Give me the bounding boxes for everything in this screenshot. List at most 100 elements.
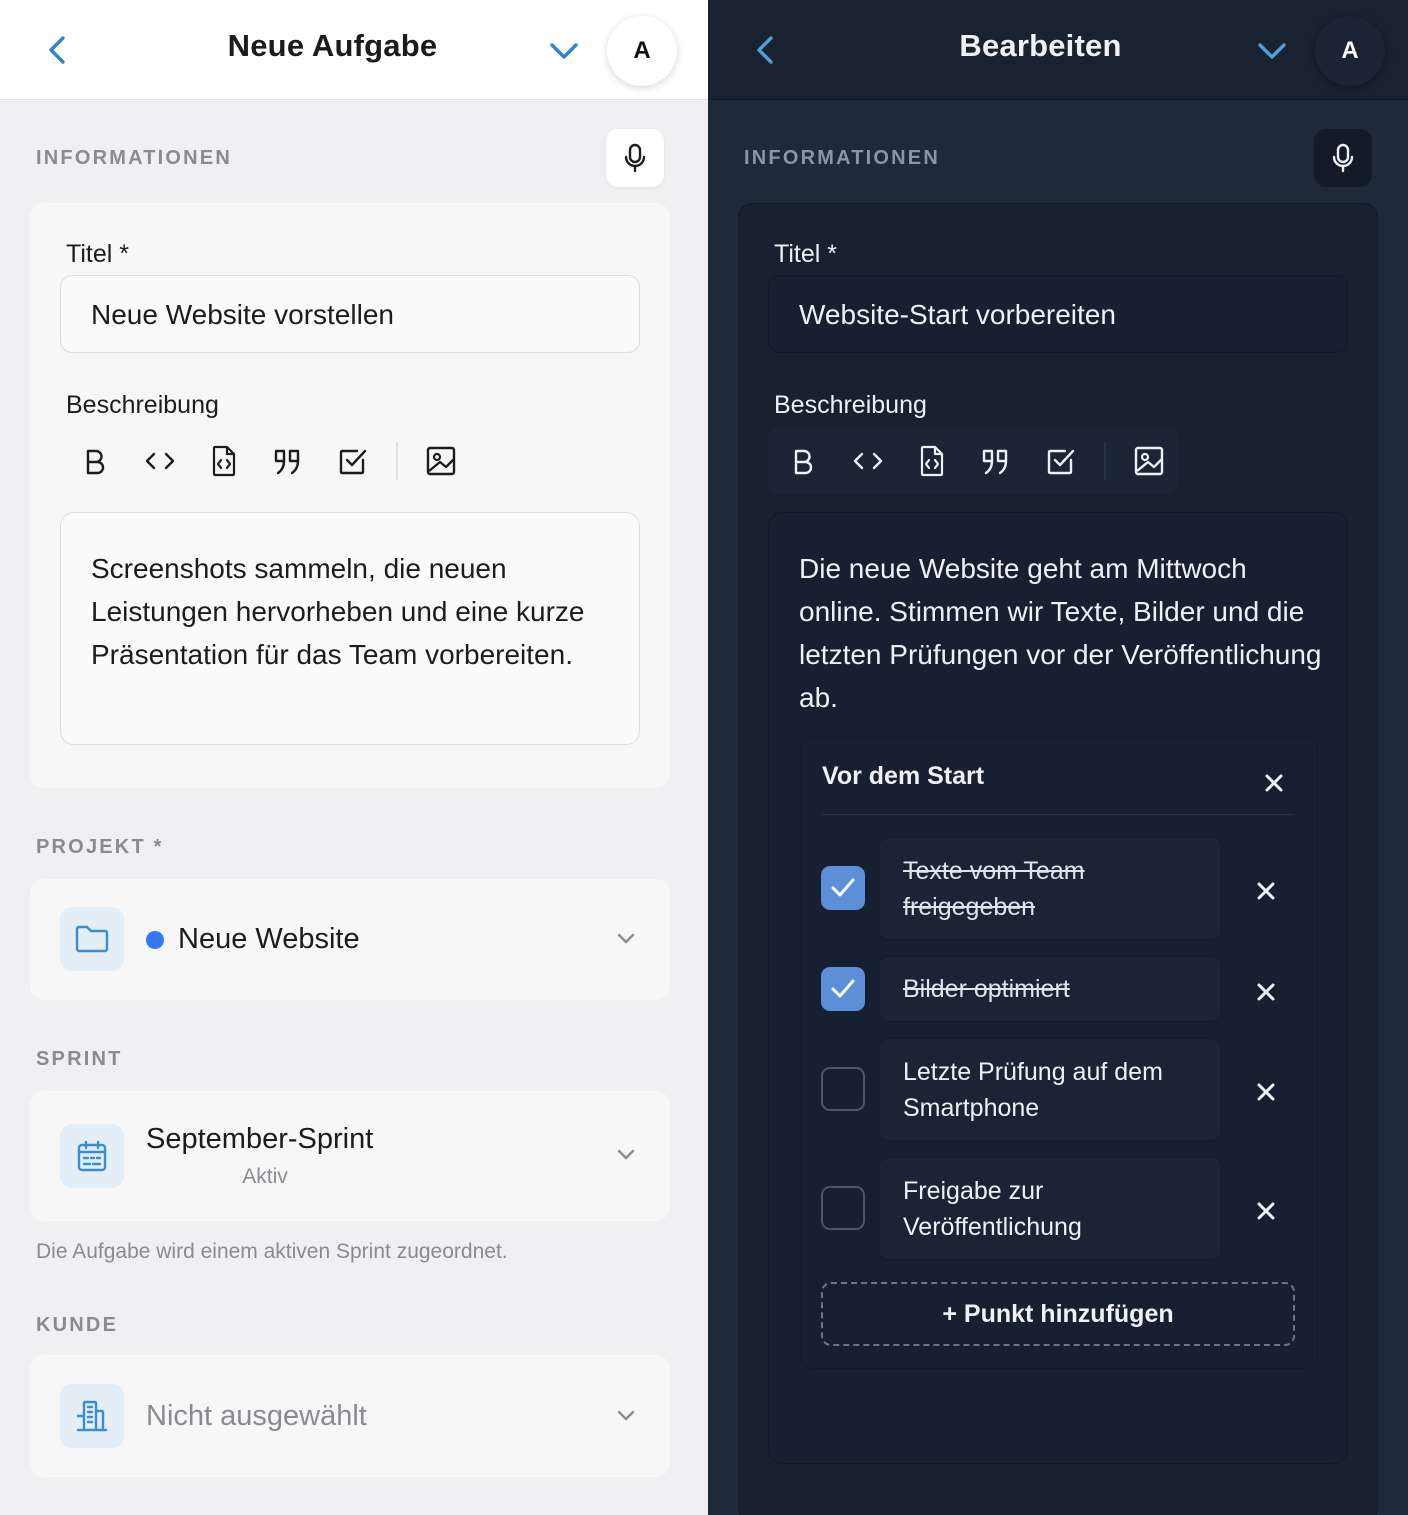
page-title: Neue Aufgabe: [227, 28, 438, 63]
description-input[interactable]: Screenshots sammeln, die neuen Leistunge…: [60, 512, 640, 745]
remove-item-button-3[interactable]: [1254, 1080, 1278, 1104]
code-file-icon: [920, 445, 944, 477]
remove-checklist-button[interactable]: [1262, 771, 1286, 795]
project-icon-tile: [60, 907, 124, 971]
code-icon: [145, 452, 175, 470]
bold-icon: [794, 449, 813, 475]
microphone-icon: [624, 143, 646, 173]
customer-select[interactable]: Nicht ausgewählt: [30, 1355, 670, 1477]
title-input[interactable]: Website-Start vorbereiten: [768, 275, 1348, 353]
checklist-item-2[interactable]: Bilder optimiert: [878, 956, 1222, 1022]
building-icon: [76, 1400, 108, 1432]
project-select[interactable]: Neue Website: [30, 879, 670, 1000]
checklist-item-1[interactable]: Texte vom Team freigegeben: [878, 837, 1222, 940]
checklist-checkbox-2[interactable]: [821, 967, 865, 1011]
collapse-button[interactable]: [544, 34, 584, 68]
close-icon: [1265, 774, 1283, 792]
add-item-button[interactable]: + Punkt hinzufügen: [821, 1282, 1295, 1346]
customer-icon-tile: [60, 1384, 124, 1448]
bold-button[interactable]: [78, 444, 112, 478]
quote-button[interactable]: [271, 444, 305, 478]
section-label-information: INFORMATIONEN: [744, 147, 940, 169]
toolbar-divider: [396, 442, 398, 480]
customer-value: Nicht ausgewählt: [146, 1400, 367, 1432]
microphone-button[interactable]: [606, 129, 664, 187]
checkmark-icon: [831, 979, 855, 998]
microphone-button[interactable]: [1314, 129, 1372, 187]
close-icon: [1257, 983, 1275, 1001]
sprint-value: September-Sprint: [146, 1123, 374, 1155]
checklist-item-text: Freigabe zur Veröffentlichung: [903, 1177, 1082, 1241]
chevron-down-icon: [612, 1141, 640, 1169]
description-label: Beschreibung: [774, 391, 927, 419]
close-icon: [1257, 1083, 1275, 1101]
formatting-toolbar: [768, 428, 1178, 494]
checklist-checkbox-4[interactable]: [821, 1186, 865, 1230]
section-label-customer: KUNDE: [36, 1314, 119, 1336]
sprint-select[interactable]: September-Sprint Aktiv: [30, 1091, 670, 1221]
checklist-checkbox-1[interactable]: [821, 866, 865, 910]
description-label: Beschreibung: [66, 391, 219, 419]
chevron-down-icon: [612, 925, 640, 953]
chevron-down-icon: [1258, 43, 1286, 59]
checklist-title: Vor dem Start: [822, 762, 985, 790]
avatar[interactable]: A: [607, 16, 677, 86]
chevron-down-icon: [550, 43, 578, 59]
chevron-left-icon: [757, 36, 773, 64]
checklist-button[interactable]: [336, 444, 370, 478]
chevron-left-icon: [49, 36, 65, 64]
project-value: Neue Website: [178, 923, 360, 955]
image-button[interactable]: [424, 444, 458, 478]
folder-icon: [75, 925, 109, 953]
collapse-button[interactable]: [1252, 34, 1292, 68]
code-block-button[interactable]: [207, 444, 241, 478]
project-color-dot: [146, 931, 164, 949]
checklist-button[interactable]: [1044, 444, 1078, 478]
section-label-information: INFORMATIONEN: [36, 147, 232, 169]
title-input-value: Neue Website vorstellen: [91, 299, 394, 330]
chevron-down-icon: [612, 1402, 640, 1430]
header: Neue Aufgabe A: [0, 0, 708, 100]
remove-item-button-1[interactable]: [1254, 879, 1278, 903]
sprint-hint: Die Aufgabe wird einem aktiven Sprint zu…: [36, 1240, 508, 1263]
new-task-panel: Neue Aufgabe A INFORMATIONEN Titel * Neu…: [0, 0, 708, 1515]
checkbox-icon: [339, 449, 367, 475]
title-input[interactable]: Neue Website vorstellen: [60, 275, 640, 353]
image-icon: [426, 446, 456, 476]
code-icon: [853, 452, 883, 470]
checklist-divider: [822, 814, 1294, 815]
quote-icon: [274, 449, 300, 475]
quote-button[interactable]: [979, 444, 1013, 478]
page-title: Bearbeiten: [959, 28, 1122, 63]
title-input-value: Website-Start vorbereiten: [799, 299, 1116, 330]
checklist-item-4[interactable]: Freigabe zur Veröffentlichung: [878, 1157, 1222, 1260]
bold-button[interactable]: [786, 444, 820, 478]
image-icon: [1134, 446, 1164, 476]
code-file-icon: [212, 445, 236, 477]
checklist-item-3[interactable]: Letzte Prüfung auf dem Smartphone: [878, 1038, 1222, 1141]
checkbox-icon: [1047, 449, 1075, 475]
image-button[interactable]: [1132, 444, 1166, 478]
code-block-button[interactable]: [915, 444, 949, 478]
avatar[interactable]: A: [1315, 16, 1385, 86]
back-button[interactable]: [40, 30, 76, 70]
microphone-icon: [1332, 143, 1354, 173]
code-button[interactable]: [143, 444, 177, 478]
checklist-checkbox-3[interactable]: [821, 1067, 865, 1111]
section-label-sprint: SPRINT: [36, 1048, 123, 1070]
checkmark-icon: [831, 878, 855, 897]
close-icon: [1257, 882, 1275, 900]
code-button[interactable]: [851, 444, 885, 478]
checklist-item-text: Bilder optimiert: [903, 975, 1070, 1003]
sprint-icon-tile: [60, 1124, 124, 1188]
formatting-toolbar: [66, 428, 476, 494]
remove-item-button-2[interactable]: [1254, 980, 1278, 1004]
sprint-status: Aktiv: [242, 1165, 288, 1188]
description-text: Screenshots sammeln, die neuen Leistunge…: [91, 553, 585, 670]
back-button[interactable]: [748, 30, 784, 70]
remove-item-button-4[interactable]: [1254, 1199, 1278, 1223]
header: Bearbeiten A: [708, 0, 1408, 100]
checklist-item-text: Letzte Prüfung auf dem Smartphone: [903, 1058, 1163, 1122]
quote-icon: [982, 449, 1008, 475]
toolbar-divider: [1104, 442, 1106, 480]
